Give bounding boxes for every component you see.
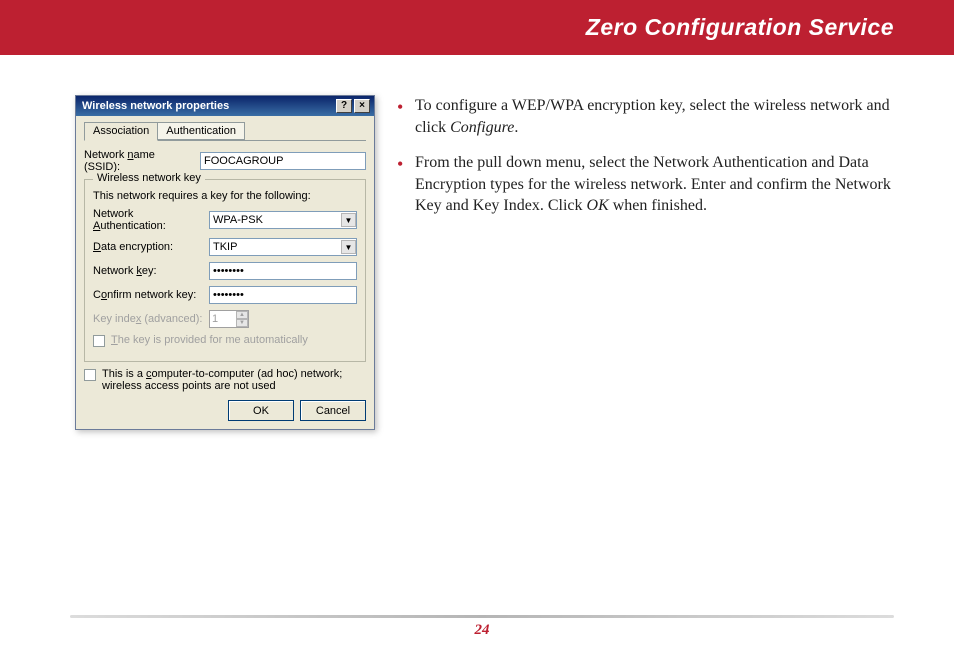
page-header-title: Zero Configuration Service xyxy=(586,14,894,41)
footer-divider xyxy=(70,615,894,618)
page-header-banner: Zero Configuration Service xyxy=(0,0,954,55)
netkey-input[interactable]: •••••••• xyxy=(209,262,357,280)
cancel-button[interactable]: Cancel xyxy=(300,400,366,421)
adhoc-checkbox[interactable] xyxy=(84,369,96,381)
bullet-2: From the pull down menu, select the Netw… xyxy=(393,152,909,217)
group-desc: This network requires a key for the foll… xyxy=(93,190,357,202)
instruction-text: To configure a WEP/WPA encryption key, s… xyxy=(393,95,909,430)
keyindex-spinner: 1 ▲▼ xyxy=(209,310,249,328)
auth-label: Network Authentication: xyxy=(93,208,203,232)
bullet-1: To configure a WEP/WPA encryption key, s… xyxy=(393,95,909,138)
auto-key-label: The key is provided for me automatically xyxy=(111,334,308,346)
confirmkey-input[interactable]: •••••••• xyxy=(209,286,357,304)
page-footer: 24 xyxy=(70,615,894,639)
dialog-titlebar: Wireless network properties ? × xyxy=(76,96,374,116)
help-button[interactable]: ? xyxy=(336,99,352,113)
auth-combo[interactable]: WPA-PSK ▼ xyxy=(209,211,357,229)
encryption-label: Data encryption: xyxy=(93,241,203,253)
dialog-tabs: Association Authentication xyxy=(84,122,366,141)
group-title: Wireless network key xyxy=(93,172,205,184)
confirmkey-label: Confirm network key: xyxy=(93,289,203,301)
auto-key-checkbox xyxy=(93,335,105,347)
page-number: 24 xyxy=(70,622,894,639)
page-content: Wireless network properties ? × Associat… xyxy=(0,55,954,430)
wireless-key-group: Wireless network key This network requir… xyxy=(84,179,366,362)
netkey-label: Network key: xyxy=(93,265,203,277)
chevron-down-icon: ▼ xyxy=(341,240,356,254)
encryption-combo[interactable]: TKIP ▼ xyxy=(209,238,357,256)
wireless-properties-dialog: Wireless network properties ? × Associat… xyxy=(75,95,375,430)
dialog-title: Wireless network properties xyxy=(82,100,229,112)
close-button[interactable]: × xyxy=(354,99,370,113)
tab-association[interactable]: Association xyxy=(84,122,158,141)
ssid-label: Network name (SSID): xyxy=(84,149,194,173)
ok-button[interactable]: OK xyxy=(228,400,294,421)
keyindex-label: Key index (advanced): xyxy=(93,313,203,325)
tab-authentication[interactable]: Authentication xyxy=(157,122,245,140)
chevron-down-icon: ▼ xyxy=(341,213,356,227)
ssid-input[interactable]: FOOCAGROUP xyxy=(200,152,366,170)
adhoc-label: This is a computer-to-computer (ad hoc) … xyxy=(102,368,366,392)
